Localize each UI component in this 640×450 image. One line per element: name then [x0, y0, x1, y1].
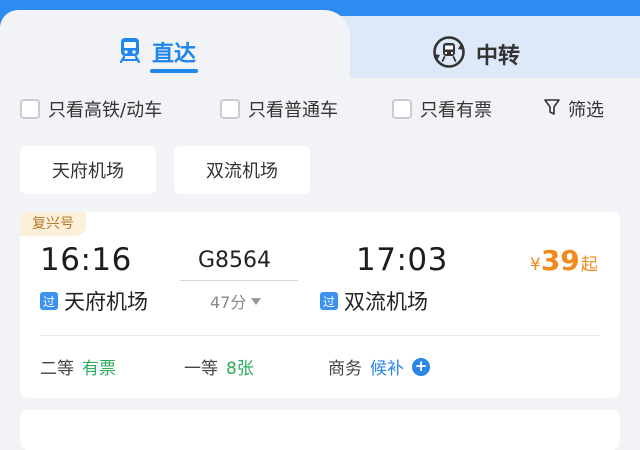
departure-time: 16:16: [40, 242, 132, 278]
add-waitlist-icon[interactable]: +: [412, 357, 430, 376]
tab-active-indicator: [150, 69, 198, 73]
seat-class-label: 二等: [40, 359, 74, 379]
arrival-station-name: 双流机场: [344, 290, 428, 314]
station-chip-shuangliu[interactable]: 双流机场: [174, 146, 310, 194]
pass-badge: 过: [40, 292, 58, 310]
seat-second-class: 二等 有票: [40, 354, 116, 379]
train-icon: [118, 37, 142, 67]
seat-status: 有票: [82, 359, 116, 379]
pass-badge: 过: [320, 292, 338, 310]
train-type-badge: 复兴号: [20, 212, 86, 236]
price-suffix: 起: [580, 255, 598, 275]
checkbox[interactable]: [20, 99, 40, 119]
filter-normal-label: 只看普通车: [248, 100, 338, 121]
tab-bar: 直达 中转: [0, 10, 640, 78]
seat-status: 8张: [226, 359, 254, 379]
filter-row: 只看高铁/动车 只看普通车 只看有票 筛选: [20, 96, 620, 124]
filter-icon: [544, 98, 560, 121]
filter-available[interactable]: 只看有票: [392, 96, 492, 122]
seat-class-label: 商务: [328, 359, 362, 379]
caret-down-icon: [251, 297, 262, 305]
price-value: 39: [540, 244, 580, 277]
filter-normal-train[interactable]: 只看普通车: [220, 96, 338, 122]
filter-button[interactable]: 筛选: [544, 96, 604, 122]
seat-first-class: 一等 8张: [184, 354, 254, 379]
filter-button-label: 筛选: [568, 100, 604, 121]
departure-station: 过 天府机场: [40, 286, 148, 316]
checkbox[interactable]: [220, 99, 240, 119]
price-symbol: ¥: [530, 255, 541, 275]
duration[interactable]: 47分: [210, 289, 262, 313]
checkbox[interactable]: [392, 99, 412, 119]
tab-transfer-label: 中转: [476, 44, 521, 69]
station-chip-tianfu[interactable]: 天府机场: [20, 146, 156, 194]
filter-available-label: 只看有票: [420, 100, 492, 121]
tab-direct-label: 直达: [152, 42, 197, 67]
arrival-station: 过 双流机场: [320, 286, 428, 316]
transfer-train-icon: [432, 35, 466, 73]
train-card[interactable]: 复兴号 16:16 G8564 47分 17:03 过 天府机场 过 双流机场 …: [20, 212, 620, 398]
tab-transfer-content[interactable]: 中转: [432, 35, 520, 73]
departure-station-name: 天府机场: [64, 290, 148, 314]
seat-class-label: 一等: [184, 359, 218, 379]
price: ¥ 39 起: [530, 244, 598, 277]
filter-high-speed[interactable]: 只看高铁/动车: [20, 96, 162, 122]
train-card-next[interactable]: [20, 410, 620, 450]
seat-status: 候补: [370, 359, 404, 379]
arrival-time: 17:03: [356, 242, 448, 278]
seat-business-class[interactable]: 商务 候补 +: [328, 354, 430, 379]
filter-high-speed-label: 只看高铁/动车: [48, 100, 163, 121]
divider: [40, 335, 600, 336]
route-line: [180, 280, 298, 281]
tab-direct-content[interactable]: 直达: [118, 36, 196, 68]
duration-text: 47分: [210, 293, 247, 312]
train-number: G8564: [198, 248, 272, 273]
